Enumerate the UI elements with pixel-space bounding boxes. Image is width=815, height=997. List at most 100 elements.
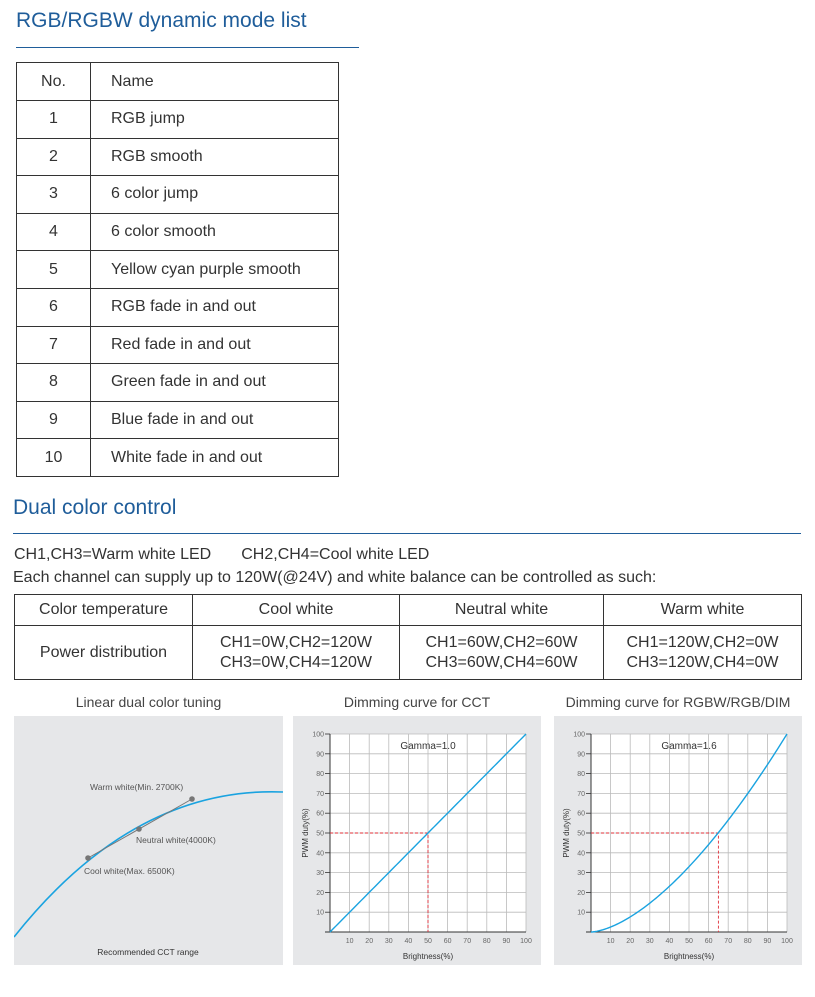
y-tick-label: 40 [577, 850, 585, 857]
power-cell: CH1=60W,CH2=60W CH3=60W,CH4=60W [399, 625, 604, 680]
number-cell: 4 [16, 212, 91, 252]
x-tick-label: 30 [646, 938, 654, 945]
y-axis-label: PWM duty(%) [562, 808, 571, 858]
y-tick-label: 70 [316, 791, 324, 798]
mode-list-title: RGB/RGBW dynamic mode list [16, 9, 307, 32]
diagram-title: Linear dual color tuning [75, 694, 222, 710]
dual-title: Dual color control [13, 496, 177, 519]
cool-label: Cool white(Max. 6500K) [84, 866, 175, 876]
x-tick-label: 80 [483, 938, 491, 945]
y-tick-label: 40 [316, 850, 324, 857]
x-axis-label: Brightness(%) [403, 952, 454, 961]
x-tick-label: 70 [724, 938, 732, 945]
x-tick-label: 30 [385, 938, 393, 945]
name-cell: RGB smooth [90, 137, 339, 177]
table-header: No. Name [16, 62, 339, 101]
title-rule [16, 47, 359, 48]
x-tick-label: 60 [705, 938, 713, 945]
name-cell: Yellow cyan purple smooth [90, 250, 339, 289]
number-cell: 3 [16, 175, 91, 214]
chart-title-rgbw: Dimming curve for RGBW/RGB/DIM [565, 694, 791, 710]
x-tick-label: 20 [365, 938, 373, 945]
number-cell: 10 [16, 438, 91, 477]
y-tick-label: 100 [312, 732, 324, 739]
power-table: Color temperature Cool white Neutral white… [14, 594, 802, 680]
chart-cct: 10 10 20 20 30 30 40 40 50 50 60 60 70 70 80 80 90 90 100 1… [293, 716, 541, 965]
y-tick-label: 20 [577, 890, 585, 897]
warm-point [189, 796, 195, 802]
number-cell: No. [16, 62, 91, 101]
cct-curve [13, 791, 284, 938]
cool-point [85, 855, 91, 861]
name-cell: Name [90, 62, 339, 101]
number-cell: 6 [16, 287, 91, 327]
table-row: 9 Blue fade in and out [16, 400, 339, 440]
chart-rgbw: 10 10 20 20 30 30 40 40 50 50 60 60 70 70 80 80 90 90 100 1… [554, 716, 802, 965]
x-axis-label: Brightness(%) [664, 952, 715, 961]
chart-title-cct: Dimming curve for CCT [343, 694, 491, 710]
channel-line-2: Each channel can supply up to 120W(@24V)… [13, 569, 657, 586]
name-cell: Red fade in and out [90, 325, 339, 365]
gamma-label: Gamma=1.6 [661, 741, 717, 752]
power-cell: CH1=120W,CH2=0W CH3=120W,CH4=0W [603, 625, 802, 680]
header-cell: Neutral white [399, 594, 604, 626]
dual-rule [13, 533, 801, 534]
warm-label: Warm white(Min. 2700K) [90, 782, 183, 792]
row-label: Power distribution [14, 625, 193, 680]
y-tick-label: 60 [316, 811, 324, 818]
y-tick-label: 70 [577, 791, 585, 798]
neutral-label: Neutral white(4000K) [136, 835, 216, 845]
x-tick-label: 50 [424, 938, 432, 945]
x-tick-label: 90 [503, 938, 511, 945]
name-cell: 6 color jump [90, 175, 339, 214]
y-tick-label: 80 [577, 771, 585, 778]
name-cell: Green fade in and out [90, 363, 339, 402]
header-cell: Warm white [603, 594, 802, 626]
table-row: 6 RGB fade in and out [16, 287, 339, 327]
header-cell: Color temperature [14, 594, 193, 626]
number-cell: 7 [16, 325, 91, 365]
table-row: 7 Red fade in and out [16, 325, 339, 365]
table-row: 5 Yellow cyan purple smooth [16, 250, 339, 289]
number-cell: 2 [16, 137, 91, 177]
y-tick-label: 90 [316, 751, 324, 758]
x-tick-label: 10 [346, 938, 354, 945]
channel-line-1: CH1,CH3=Warm white LED CH2,CH4=Cool white… [14, 546, 429, 564]
x-tick-label: 20 [626, 938, 634, 945]
y-tick-label: 50 [577, 831, 585, 838]
y-tick-label: 60 [577, 811, 585, 818]
name-cell: White fade in and out [90, 438, 339, 477]
number-cell: 1 [16, 100, 91, 139]
cool-channels: CH2,CH4=Cool white LED [241, 546, 430, 563]
y-tick-label: 10 [577, 910, 585, 917]
x-tick-label: 40 [405, 938, 413, 945]
x-tick-label: 40 [666, 938, 674, 945]
table-row: 1 RGB jump [16, 100, 339, 139]
number-cell: 9 [16, 400, 91, 440]
table-row: 8 Green fade in and out [16, 363, 339, 402]
x-tick-label: 90 [764, 938, 772, 945]
y-tick-label: 30 [577, 870, 585, 877]
mode-table: No. Name 1 RGB jump 2 RGB smooth 3 6 color jump… [16, 62, 339, 477]
x-tick-label: 60 [444, 938, 452, 945]
table-row: 36 color jump [16, 175, 339, 214]
y-tick-label: 80 [316, 771, 324, 778]
cct-diagram: Warm white(Min. 2700K) Neutral white(400… [13, 716, 284, 965]
x-tick-label: 70 [463, 938, 471, 945]
y-tick-label: 30 [316, 870, 324, 877]
table-row: 10 White fade in and out [16, 438, 339, 477]
x-tick-label: 10 [607, 938, 615, 945]
warm-channels: CH1,CH3=Warm white LED [14, 546, 212, 563]
y-axis-label: PWM duty(%) [301, 808, 310, 858]
table-row: 2 RGB smooth [16, 137, 339, 177]
name-cell: Blue fade in and out [90, 400, 339, 440]
x-tick-label: 50 [685, 938, 693, 945]
y-tick-label: 50 [316, 831, 324, 838]
x-tick-label: 80 [744, 938, 752, 945]
neutral-point [136, 826, 142, 832]
name-cell: RGB jump [90, 100, 339, 139]
gamma-label: Gamma=1.0 [400, 741, 456, 752]
name-cell: RGB fade in and out [90, 287, 339, 327]
y-tick-label: 90 [577, 751, 585, 758]
table-row: 46 color smooth [16, 212, 339, 252]
